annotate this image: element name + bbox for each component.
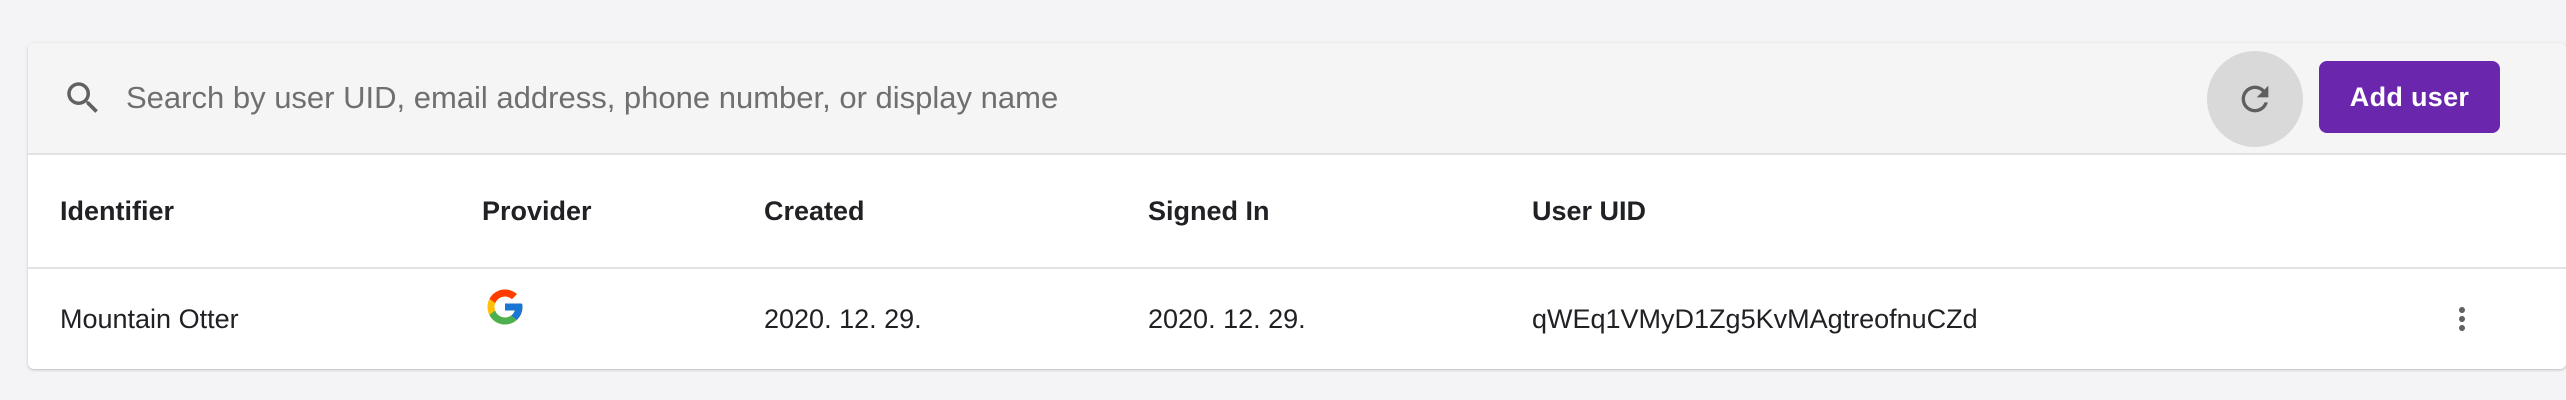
column-header-user-uid[interactable]: User UID (1532, 155, 1646, 267)
users-table-header: Identifier Provider Created Signed In Us… (28, 155, 2566, 269)
column-header-signed-in[interactable]: Signed In (1148, 155, 1270, 267)
cell-signed-in: 2020. 12. 29. (1148, 304, 1306, 334)
table-row[interactable]: Mountain Otter 2020. 12. 29. 2020. 12. 2… (28, 269, 2566, 369)
column-header-created[interactable]: Created (764, 155, 865, 267)
users-card: Add user Identifier Provider Created Sig… (28, 43, 2566, 369)
more-vert-icon (2459, 307, 2465, 331)
column-header-identifier[interactable]: Identifier (60, 155, 174, 267)
users-toolbar: Add user (28, 43, 2566, 155)
search-icon (67, 82, 98, 113)
cell-user-uid: qWEq1VMyD1Zg5KvMAgtreofnuCZd (1532, 304, 1978, 334)
row-actions-button[interactable] (2440, 297, 2484, 341)
cell-identifier: Mountain Otter (60, 304, 239, 334)
google-icon (487, 289, 523, 325)
add-user-button[interactable]: Add user (2319, 61, 2500, 133)
search-input[interactable] (126, 69, 1726, 127)
refresh-button[interactable] (2207, 51, 2303, 147)
column-header-provider[interactable]: Provider (482, 155, 592, 267)
cell-created: 2020. 12. 29. (764, 304, 922, 334)
refresh-icon (2241, 85, 2269, 113)
